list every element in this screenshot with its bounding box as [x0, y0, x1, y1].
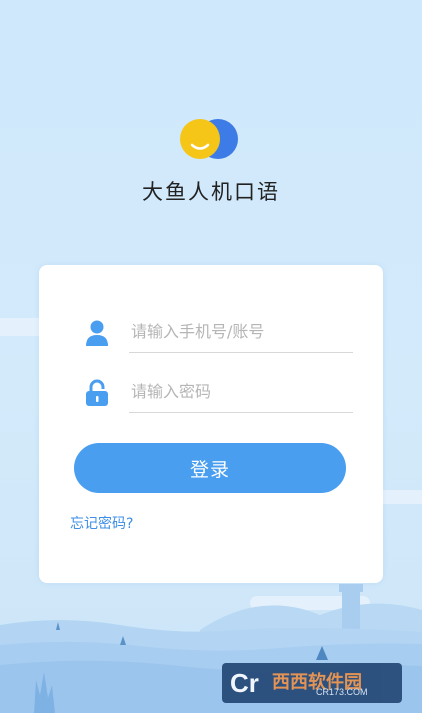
lock-icon: [86, 379, 108, 406]
password-underline: [129, 412, 353, 413]
account-underline: [129, 352, 353, 353]
app-name: 大鱼人机口语: [142, 180, 280, 204]
smiley-bubble-logo-icon: [180, 119, 238, 159]
account-input[interactable]: [129, 315, 353, 347]
account-field: [39, 301, 383, 361]
login-button[interactable]: 登录: [74, 443, 346, 493]
forgot-password-link[interactable]: 忘记密码?: [70, 513, 133, 533]
watermark-site: CR173.COM: [316, 687, 368, 697]
password-input[interactable]: [129, 375, 353, 407]
user-icon: [86, 320, 108, 346]
watermark-mark: Cr: [230, 668, 259, 698]
watermark-logo: Cr 西西软件园 CR173.COM: [222, 663, 402, 703]
password-field: [39, 361, 383, 421]
login-card: 登录 忘记密码?: [39, 265, 383, 583]
